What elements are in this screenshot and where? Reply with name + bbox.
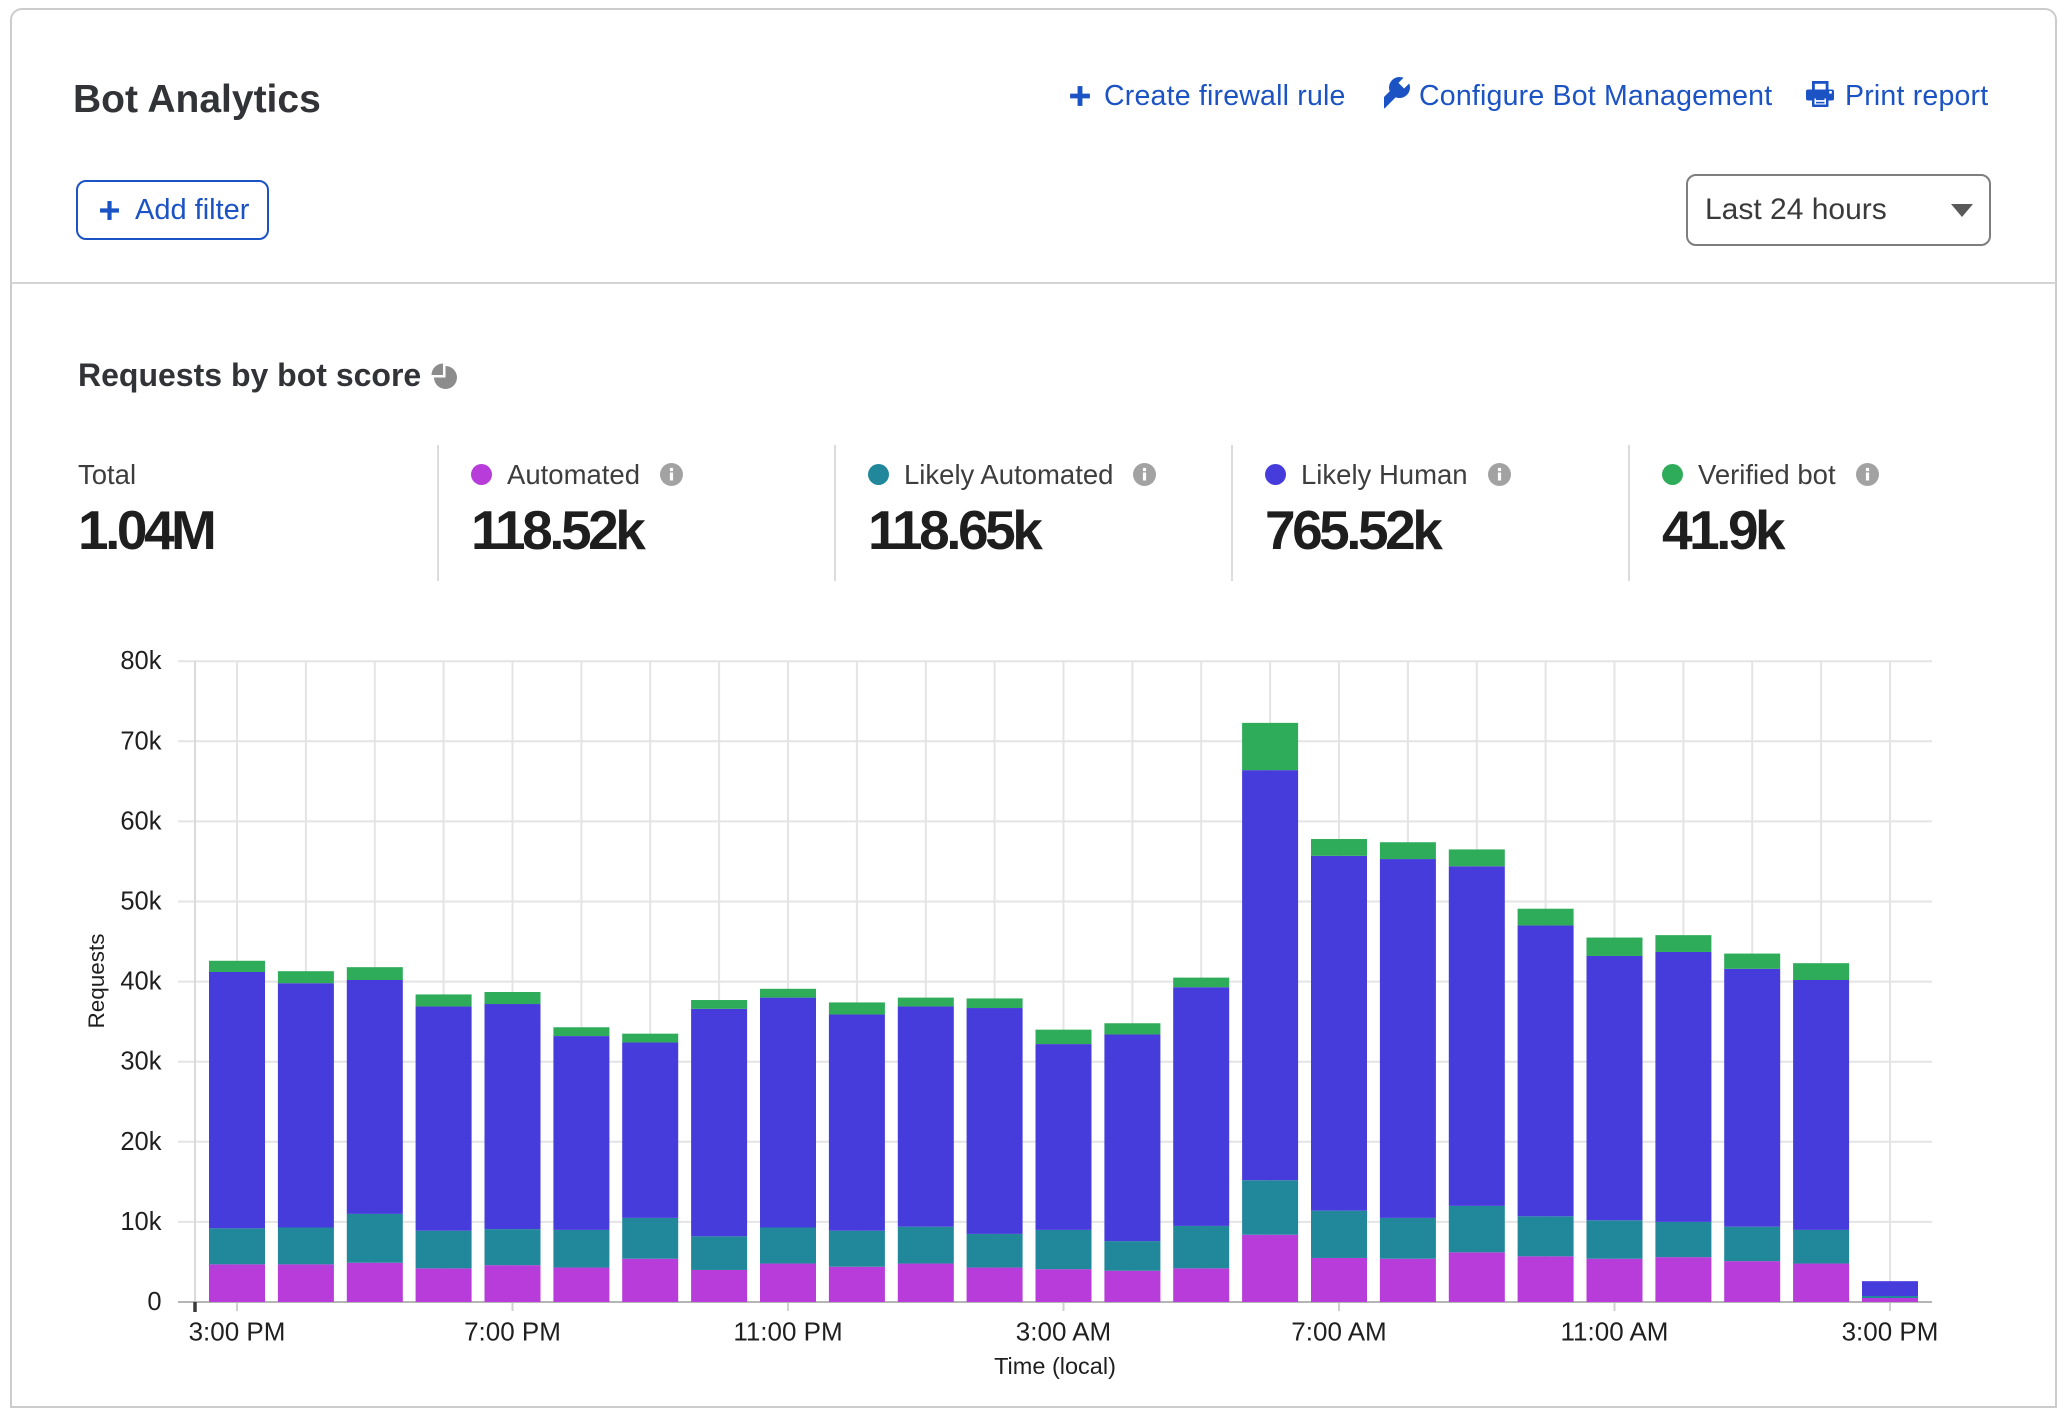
svg-text:0: 0 [147, 1288, 161, 1316]
svg-text:7:00 PM: 7:00 PM [464, 1317, 561, 1347]
svg-text:Requests: Requests [84, 933, 109, 1028]
svg-text:Time (local): Time (local) [994, 1353, 1116, 1379]
svg-text:50k: 50k [120, 888, 161, 916]
svg-text:11:00 AM: 11:00 AM [1561, 1317, 1669, 1347]
svg-text:3:00 AM: 3:00 AM [1016, 1317, 1111, 1347]
svg-text:60k: 60k [120, 807, 161, 835]
svg-text:3:00 PM: 3:00 PM [189, 1317, 286, 1347]
svg-text:3:00 PM: 3:00 PM [1842, 1317, 1939, 1347]
svg-text:40k: 40k [120, 968, 161, 996]
svg-text:30k: 30k [120, 1048, 161, 1076]
svg-text:7:00 AM: 7:00 AM [1291, 1317, 1386, 1347]
svg-text:20k: 20k [120, 1128, 161, 1156]
svg-text:11:00 PM: 11:00 PM [733, 1317, 842, 1347]
svg-text:70k: 70k [120, 727, 161, 755]
svg-text:80k: 80k [120, 647, 161, 675]
svg-text:10k: 10k [120, 1208, 161, 1236]
